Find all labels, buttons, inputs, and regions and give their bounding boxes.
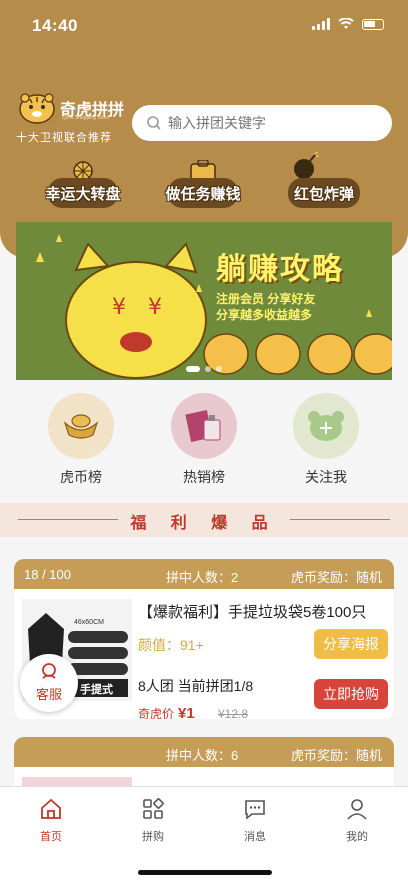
tab-messages[interactable]: 消息 [225, 797, 285, 844]
image-size-label: 46x60CM [74, 619, 104, 626]
members-count: 拼中人数：6 [166, 748, 239, 763]
card-header: 拼中人数：6 虎币奖励：随机 [14, 737, 394, 767]
tab-label: 我的 [346, 831, 368, 843]
customer-service-button[interactable]: 客服 [20, 654, 78, 712]
signal-icon [312, 18, 330, 30]
hot-sales-ranking[interactable]: 热销榜 [169, 393, 239, 487]
follow-me[interactable]: 关注我 [291, 393, 361, 487]
logo-subtitle: QiHu Shopping Store [62, 115, 110, 121]
carousel-dots [16, 366, 392, 372]
quick-label: 虎币榜 [60, 469, 102, 485]
tiger-mascot-icon [19, 93, 55, 124]
buy-now-button[interactable]: 立即抢购 [314, 679, 388, 709]
reward-info: 虎币奖励：随机 [290, 748, 382, 763]
tab-label: 消息 [244, 831, 266, 843]
members-count: 拼中人数：2 [166, 570, 239, 585]
tab-group-buy[interactable]: 拼购 [123, 797, 183, 844]
card-header: 18 / 100 拼中人数：2 虎币奖励：随机 [14, 559, 394, 589]
user-icon [347, 799, 367, 820]
logo-tagline: 十大卫视联合推荐 [16, 132, 112, 144]
status-bar: 14:40 [0, 0, 408, 48]
home-indicator [138, 870, 272, 875]
bomb-icon [294, 152, 319, 179]
section-title: 福 利 爆 品 [0, 503, 408, 537]
search-icon [147, 116, 161, 130]
status-time: 14:40 [32, 16, 78, 35]
follow-icon [293, 393, 359, 459]
quick-label: 关注我 [305, 469, 347, 485]
message-icon [245, 800, 265, 820]
grid-icon [143, 798, 164, 819]
feature-label: 红包炸弹 [293, 186, 354, 203]
price-label: 奇虎价 [138, 707, 175, 719]
red-packet-bomb-button[interactable]: 红包炸弹 [284, 152, 364, 210]
header: 14:40 奇虎拼拼 QiHu Shopping Store 十大卫视联合推荐 [0, 0, 408, 258]
product-title: 【爆款福利】手提垃圾袋5卷100只 [138, 604, 367, 621]
quick-label: 热销榜 [183, 469, 225, 485]
gold-ingot-icon [48, 393, 114, 459]
group-info: 8人团 当前拼团1/8 [138, 678, 254, 694]
banner-title: 躺赚攻略 [216, 253, 344, 286]
customer-service-label: 客服 [35, 687, 62, 702]
tab-profile[interactable]: 我的 [327, 797, 387, 844]
reward-info: 虎币奖励：随机 [290, 570, 382, 585]
feature-label: 幸运大转盘 [45, 186, 121, 203]
promo-banner[interactable]: ¥ ¥ 躺赚攻略 注册会员 分享好友 分享越多收益越多 [16, 222, 392, 380]
battery-icon [362, 18, 384, 30]
svg-text:¥: ¥ [148, 295, 162, 320]
original-price: ¥12.8 [218, 707, 249, 719]
tab-label: 首页 [40, 831, 62, 843]
task-button[interactable]: 做任务赚钱 [164, 160, 242, 210]
status-icons [312, 18, 384, 30]
tab-home[interactable]: 首页 [21, 797, 81, 844]
tab-bar: 首页 拼购 消息 我的 [0, 786, 408, 883]
lucky-wheel-button[interactable]: 幸运大转盘 [44, 160, 122, 210]
stock-count: 18 / 100 [24, 567, 71, 582]
price-value: ¥1 [178, 705, 195, 719]
tiger-coin-ranking[interactable]: 虎币榜 [46, 393, 116, 487]
banner-text: 注册会员 分享好友 [216, 292, 316, 306]
svg-text:¥: ¥ [112, 295, 126, 320]
share-poster-button[interactable]: 分享海报 [314, 629, 388, 659]
image-tag: 手提式 [80, 684, 113, 696]
divider [290, 519, 390, 520]
price: 奇虎价 ¥1 [138, 705, 195, 719]
section-title-text: 福 利 爆 品 [130, 515, 278, 532]
search-bar[interactable] [132, 105, 392, 141]
app-logo: 奇虎拼拼 QiHu Shopping Store 十大卫视联合推荐 [14, 92, 124, 144]
tab-label: 拼购 [142, 831, 164, 843]
perfume-icon [171, 393, 237, 459]
product-value-score: 颜值：91+ [138, 637, 204, 653]
feature-label: 做任务赚钱 [165, 186, 241, 203]
banner-text: 分享越多收益越多 [216, 308, 313, 322]
search-input[interactable] [168, 115, 378, 131]
home-icon [41, 798, 61, 819]
wifi-icon [338, 18, 354, 29]
customer-service-icon [42, 663, 56, 679]
